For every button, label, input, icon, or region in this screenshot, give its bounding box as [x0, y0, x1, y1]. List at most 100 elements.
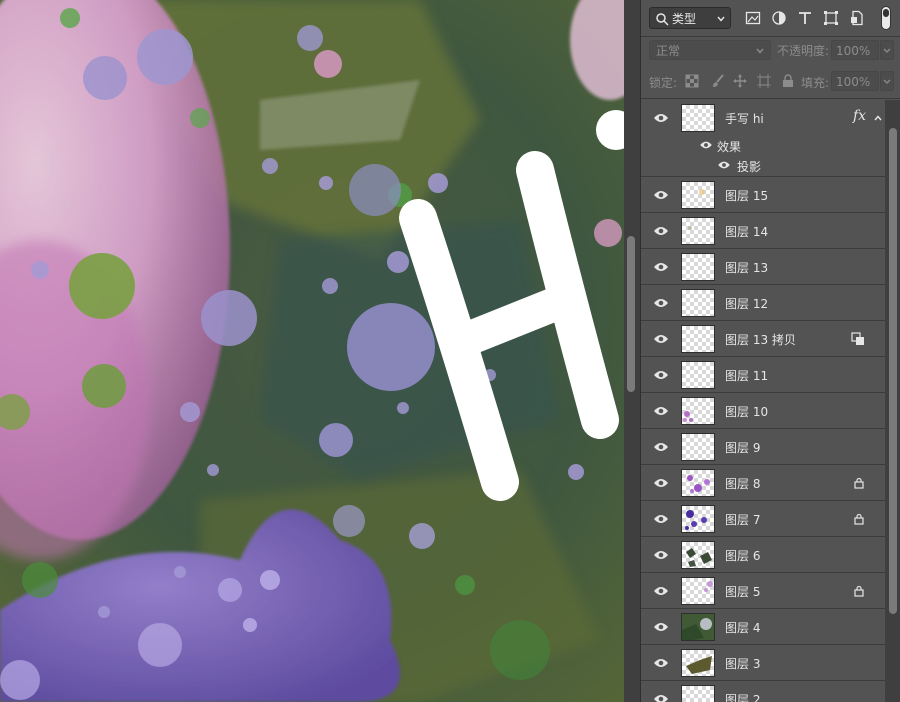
artwork	[0, 0, 624, 702]
effects-fx-icon[interactable]: fx	[853, 108, 866, 124]
lock-artboard-icon[interactable]	[757, 74, 771, 88]
layer-thumbnail	[681, 469, 715, 497]
layer-lock-icon	[854, 585, 864, 597]
layer-filter-bar: 类型	[641, 0, 900, 36]
layers-panel: 类型 正常 不透明度: 100% 锁定: 填充: 100% 手写 hi fx 效…	[640, 0, 900, 702]
layer-name: 图层 9	[725, 441, 761, 455]
visibility-eye-icon[interactable]	[653, 405, 669, 417]
layer-name: 图层 7	[725, 513, 761, 527]
layer-row[interactable]: 图层 8	[641, 465, 885, 501]
layer-name: 图层 14	[725, 225, 769, 239]
visibility-eye-icon[interactable]	[653, 621, 669, 633]
layer-name: 图层 11	[725, 369, 769, 383]
opacity-dropdown[interactable]	[880, 40, 894, 60]
fill-label: 填充:	[801, 76, 830, 90]
layer-row[interactable]: 图层 4	[641, 609, 885, 645]
lock-transparency-icon[interactable]	[685, 74, 699, 88]
layer-thumbnail	[681, 181, 715, 209]
visibility-eye-icon[interactable]	[653, 477, 669, 489]
drop-shadow-effect-row[interactable]: 投影	[641, 155, 885, 175]
chevron-down-icon	[756, 48, 764, 54]
opacity-input[interactable]: 100%	[831, 40, 879, 60]
lock-row: 锁定: 填充: 100%	[641, 66, 900, 96]
layer-thumbnail	[681, 253, 715, 281]
layer-list: 手写 hi fx 效果 投影 图层 15 图层 14 图层 13 图层 12 图…	[641, 100, 885, 702]
visibility-eye-icon[interactable]	[653, 189, 669, 201]
filter-smart-object-icon[interactable]	[849, 10, 865, 26]
filter-type-label: 类型	[672, 12, 697, 26]
divider	[641, 98, 900, 99]
layer-thumbnail	[681, 217, 715, 245]
layer-name: 图层 5	[725, 585, 761, 599]
chevron-down-icon	[717, 16, 725, 22]
layer-thumbnail	[681, 325, 715, 353]
visibility-eye-icon[interactable]	[653, 441, 669, 453]
visibility-eye-icon[interactable]	[653, 693, 669, 702]
filter-shape-icon[interactable]	[823, 10, 839, 26]
opacity-label: 不透明度:	[777, 44, 830, 58]
drop-shadow-label: 投影	[737, 160, 762, 174]
layer-row[interactable]: 图层 13	[641, 249, 885, 285]
visibility-eye-icon[interactable]	[653, 549, 669, 561]
layer-name: 图层 8	[725, 477, 761, 491]
filter-pixel-icon[interactable]	[745, 10, 761, 26]
layer-row[interactable]: 图层 7	[641, 501, 885, 537]
layer-name: 图层 13	[725, 261, 769, 275]
filter-toggle[interactable]	[881, 6, 891, 30]
chevron-down-icon	[883, 48, 891, 53]
chevron-up-icon[interactable]	[873, 113, 883, 123]
layer-thumbnail	[681, 361, 715, 389]
lock-all-icon[interactable]	[781, 74, 795, 88]
layer-row[interactable]: 图层 12	[641, 285, 885, 321]
filter-type-icon[interactable]	[797, 10, 813, 26]
layer-row[interactable]: 图层 5	[641, 573, 885, 609]
layer-thumbnail	[681, 541, 715, 569]
fill-input[interactable]: 100%	[831, 71, 879, 91]
layer-row[interactable]: 图层 2	[641, 681, 885, 702]
effects-group-row[interactable]: 效果	[641, 135, 885, 155]
visibility-eye-icon[interactable]	[653, 225, 669, 237]
blend-mode-select[interactable]: 正常	[649, 40, 771, 60]
layer-name: 图层 6	[725, 549, 761, 563]
layer-row[interactable]: 图层 9	[641, 429, 885, 465]
visibility-eye-icon[interactable]	[653, 297, 669, 309]
fill-dropdown[interactable]	[880, 71, 894, 91]
visibility-eye-icon[interactable]	[699, 140, 713, 150]
document-canvas[interactable]	[0, 0, 624, 702]
layer-lock-icon	[854, 513, 864, 525]
layer-name: 图层 2	[725, 693, 761, 702]
clipping-mask-icon	[851, 332, 864, 345]
visibility-eye-icon[interactable]	[653, 585, 669, 597]
visibility-eye-icon[interactable]	[717, 160, 731, 170]
layer-row[interactable]: 图层 6	[641, 537, 885, 573]
layer-thumbnail	[681, 577, 715, 605]
layer-name: 图层 15	[725, 189, 769, 203]
layer-row[interactable]: 图层 11	[641, 357, 885, 393]
layer-name: 图层 12	[725, 297, 769, 311]
lock-brush-icon[interactable]	[711, 74, 725, 88]
layer-row[interactable]: 图层 13 拷贝	[641, 321, 885, 357]
chevron-down-icon	[883, 79, 891, 84]
layer-thumbnail	[681, 613, 715, 641]
layer-thumbnail	[681, 649, 715, 677]
layers-scrollbar[interactable]	[885, 100, 900, 702]
filter-adjustment-icon[interactable]	[771, 10, 787, 26]
layer-row[interactable]: 图层 15	[641, 177, 885, 213]
layer-name: 手写 hi	[725, 112, 764, 126]
visibility-eye-icon[interactable]	[653, 369, 669, 381]
canvas-scrollbar[interactable]	[624, 0, 640, 702]
layer-name: 图层 10	[725, 405, 769, 419]
visibility-eye-icon[interactable]	[653, 112, 669, 124]
visibility-eye-icon[interactable]	[653, 333, 669, 345]
layer-row[interactable]: 手写 hi fx 效果 投影	[641, 100, 885, 177]
layer-row[interactable]: 图层 3	[641, 645, 885, 681]
lock-move-icon[interactable]	[733, 74, 747, 88]
effects-label: 效果	[717, 140, 742, 154]
layer-row[interactable]: 图层 14	[641, 213, 885, 249]
layer-row[interactable]: 图层 10	[641, 393, 885, 429]
filter-type-select[interactable]: 类型	[649, 7, 731, 29]
visibility-eye-icon[interactable]	[653, 261, 669, 273]
layer-thumbnail	[681, 433, 715, 461]
visibility-eye-icon[interactable]	[653, 657, 669, 669]
visibility-eye-icon[interactable]	[653, 513, 669, 525]
